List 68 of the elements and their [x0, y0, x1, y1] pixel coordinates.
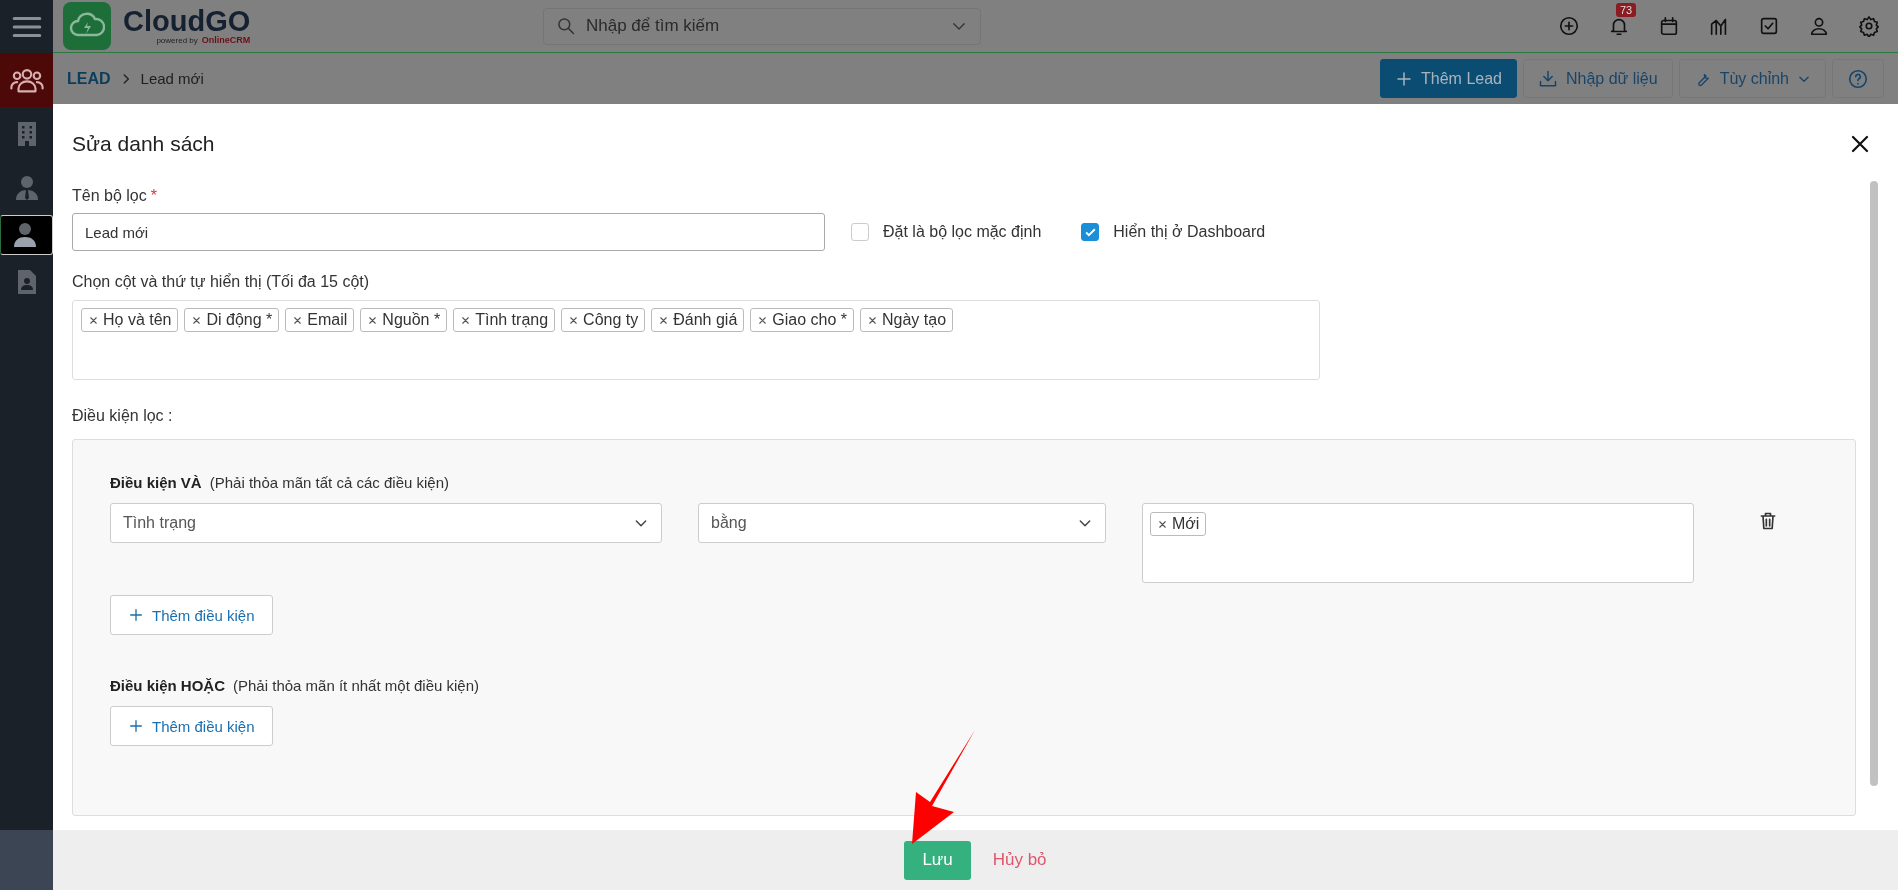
value-field[interactable]: Mới: [1142, 503, 1694, 583]
remove-icon: [1157, 518, 1168, 530]
operator-select[interactable]: bằng: [698, 503, 1106, 543]
building-icon: [15, 121, 38, 147]
add-lead-button[interactable]: Thêm Lead: [1380, 59, 1517, 98]
sidebar-item[interactable]: [0, 215, 53, 255]
remove-icon: [367, 314, 379, 326]
settings-icon: [1858, 15, 1880, 37]
add-condition-button[interactable]: Thêm điều kiện: [110, 595, 273, 635]
plus-icon: [1395, 69, 1414, 88]
sidebar-item[interactable]: [0, 53, 53, 107]
group-hint: (Phải thỏa mãn tất cả các điều kiện): [209, 474, 449, 491]
remove-icon: [658, 314, 670, 326]
column-tag[interactable]: Tình trạng: [453, 308, 556, 332]
remove-icon: [757, 314, 769, 326]
person-tie-icon: [14, 175, 39, 201]
group-title: Điều kiện VÀ: [110, 474, 202, 491]
notification-badge: 73: [1616, 3, 1637, 17]
sidebar-footer: [0, 830, 53, 890]
download-icon: [1537, 68, 1558, 89]
calendar-icon: [1658, 15, 1680, 37]
add-circle-icon: [1558, 15, 1580, 37]
help-button[interactable]: [1832, 59, 1884, 98]
column-tag[interactable]: Ngày tạo: [860, 308, 954, 332]
search-icon: [556, 16, 576, 36]
scrollbar[interactable]: [1870, 181, 1878, 786]
column-tag[interactable]: Công ty: [561, 308, 646, 332]
field-label: Chọn cột và thứ tự hiển thị (Tối đa 15 cột): [72, 273, 371, 291]
checkbox-icon: [1758, 15, 1780, 37]
modal-title: Sửa danh sách: [72, 131, 216, 156]
field-select[interactable]: Tình trạng: [110, 503, 662, 543]
column-tag[interactable]: Giao cho *: [750, 308, 854, 332]
remove-icon: [568, 314, 580, 326]
logo-text: CloudGO: [123, 7, 251, 36]
filter-name-field[interactable]: Lead mới: [72, 213, 825, 251]
person-icon: [13, 222, 37, 248]
required-mark: *: [150, 187, 157, 204]
column-tag[interactable]: Email: [285, 308, 355, 332]
column-tag[interactable]: Đánh giá: [651, 308, 745, 332]
group-title: Điều kiện HOẶC: [110, 677, 226, 694]
remove-icon: [292, 314, 304, 326]
field-label: Điều kiện lọc :: [72, 407, 174, 425]
add-condition-button[interactable]: Thêm điều kiện: [110, 706, 273, 746]
remove-icon: [460, 314, 472, 326]
checkbox[interactable]: [851, 223, 869, 241]
value-tag[interactable]: Mới: [1150, 512, 1207, 536]
partner-logo-text: OnlineCRM: [201, 36, 251, 45]
checkbox-label: Hiển thị ở Dashboard: [1113, 223, 1266, 241]
contact-file-icon: [16, 269, 37, 295]
column-tag[interactable]: Họ và tên: [81, 308, 179, 332]
remove-icon: [88, 314, 99, 326]
field-label: Tên bộ lọc: [72, 187, 147, 204]
column-tag[interactable]: Di động *: [184, 308, 280, 332]
checkbox-label: Đặt là bộ lọc mặc định: [883, 223, 1042, 241]
trash-icon: [1758, 511, 1778, 531]
column-tag[interactable]: Nguồn *: [360, 308, 448, 332]
remove-icon: [867, 314, 878, 326]
breadcrumb-current: Lead mới: [140, 70, 204, 87]
plus-icon: [128, 718, 144, 734]
user-icon: [1808, 15, 1830, 37]
group-hint: (Phải thỏa mãn ít nhất một điều kiện): [233, 677, 479, 694]
search-field[interactable]: Nhập để tìm kiếm: [543, 7, 981, 45]
logo-tagline: powered by: [156, 37, 198, 45]
checkbox[interactable]: [1081, 223, 1100, 241]
column-select-field[interactable]: Họ và tên Di động * Email Nguồn * Tình trạng Công ty Đánh giá Giao cho * Ngày tạo: [72, 300, 1320, 380]
remove-icon: [191, 314, 203, 326]
plus-icon: [128, 607, 144, 623]
help-icon: [1847, 67, 1869, 90]
